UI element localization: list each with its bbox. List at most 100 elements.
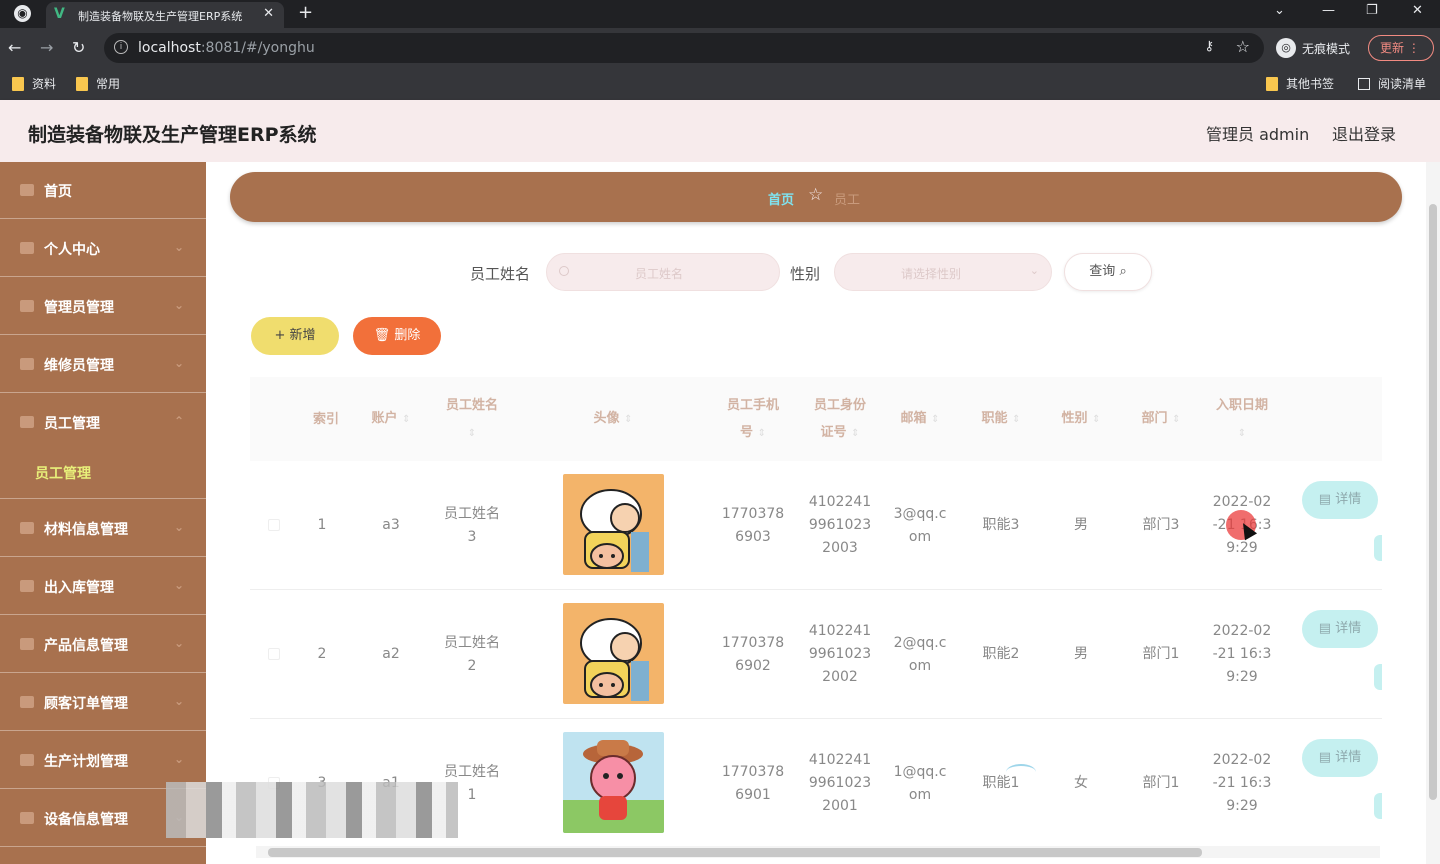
bookmark-folder[interactable]: 资料 <box>12 75 56 92</box>
tab-close-icon[interactable]: ✕ <box>263 6 274 21</box>
sidebar-item-profile[interactable]: 个人中心 ⌄ <box>0 220 206 277</box>
browser-menu-icon[interactable]: ◉ <box>14 5 31 22</box>
row-checkbox[interactable] <box>268 519 280 531</box>
column-label: 索引 <box>312 411 339 427</box>
tab-search-icon[interactable]: ⌄ <box>1274 3 1285 18</box>
column-account[interactable]: 账户 ⇕ <box>356 377 426 461</box>
sidebar-item-order[interactable]: 顾客订单管理 ⌄ <box>0 674 206 731</box>
cell-text: 4102241 <box>808 623 872 639</box>
sidebar-item-home[interactable]: 首页 <box>0 162 206 219</box>
bookmark-folder[interactable]: 常用 <box>76 75 120 92</box>
cell-text: 职能3 <box>982 517 1020 533</box>
order-icon <box>20 696 34 708</box>
select-all-column[interactable] <box>250 377 296 461</box>
column-dept[interactable]: 部门 ⇕ <box>1118 377 1204 461</box>
browser-tab[interactable]: V 制造装备物联及生产管理ERP系统 ✕ <box>46 2 284 28</box>
column-label: 部门 <box>1141 411 1168 426</box>
cell-text: 部门1 <box>1142 775 1180 791</box>
avatar <box>563 603 664 704</box>
detail-button[interactable]: ▤ 详情 <box>1302 481 1378 519</box>
cell-phone: 1770378 6901 <box>708 719 798 847</box>
query-button[interactable]: 查询 ⌕ <box>1064 253 1152 291</box>
sidebar-item-label: 维修员管理 <box>44 358 114 374</box>
cell-text: 3 <box>467 528 477 545</box>
reading-list-icon <box>1358 77 1370 90</box>
minimize-icon[interactable]: — <box>1322 3 1335 18</box>
vue-icon: V <box>54 6 65 22</box>
gender-select[interactable]: 请选择性别 ⌄ <box>834 253 1052 291</box>
row-checkbox[interactable] <box>268 648 280 660</box>
cell-idcard: 4102241 9961023 2001 <box>798 719 882 847</box>
vertical-scrollbar[interactable] <box>1426 162 1440 864</box>
home-icon <box>20 184 34 196</box>
column-avatar[interactable]: 头像 ⇕ <box>518 377 708 461</box>
grid-icon <box>20 300 34 312</box>
cell-name: 员工姓名 2 <box>426 590 518 719</box>
scrollbar-thumb[interactable] <box>268 848 1202 857</box>
avatar <box>563 474 664 575</box>
document-icon: ▤ <box>1318 492 1332 507</box>
add-button[interactable]: + 新增 <box>251 317 339 355</box>
column-name[interactable]: 员工姓名 ⇕ <box>426 377 518 461</box>
column-label: 员工姓名 <box>445 397 498 413</box>
cell-text: 2 <box>467 657 477 674</box>
incognito-indicator[interactable]: ◎ 无痕模式 <box>1276 36 1350 60</box>
user-icon <box>20 242 34 254</box>
detail-button[interactable]: ▤ 详情 <box>1302 610 1378 648</box>
sidebar-item-material[interactable]: 材料信息管理 ⌄ <box>0 500 206 557</box>
new-tab-icon[interactable]: + <box>298 2 313 23</box>
reading-list[interactable]: 阅读清单 <box>1358 75 1426 92</box>
column-gender[interactable]: 性别 ⇕ <box>1044 377 1118 461</box>
column-phone[interactable]: 员工手机号 ⇕ <box>708 377 798 461</box>
reload-icon[interactable]: ↻ <box>72 38 85 57</box>
logout-link[interactable]: 退出登录 <box>1332 121 1396 145</box>
equipment-icon <box>20 812 34 824</box>
cell-text: 女 <box>1074 775 1088 791</box>
delete-button[interactable]: 🗑 删除 <box>353 317 441 355</box>
column-label: 号 <box>740 424 754 440</box>
other-bookmarks[interactable]: 其他书签 <box>1266 75 1334 92</box>
cell-text: 男 <box>1074 517 1088 533</box>
horizontal-scrollbar[interactable] <box>256 846 1380 858</box>
forward-icon[interactable]: → <box>40 38 53 57</box>
key-icon[interactable]: ⚷ <box>1204 39 1214 54</box>
update-button[interactable]: 更新 ⋮ <box>1368 35 1434 61</box>
query-button-label: 查询 <box>1089 264 1116 279</box>
breadcrumb-home[interactable]: 首页 <box>768 189 794 208</box>
column-idcard[interactable]: 员工身份 证号 ⇕ <box>798 377 882 461</box>
bookmarks-bar: 资料 常用 其他书签 阅读清单 <box>0 68 1440 100</box>
scrollbar-thumb[interactable] <box>1429 204 1437 800</box>
column-duty[interactable]: 职能 ⇕ <box>958 377 1044 461</box>
cell-text: 2002 <box>822 669 858 685</box>
cell-name: 员工姓名 3 <box>426 461 518 590</box>
restore-icon[interactable]: ❐ <box>1366 3 1378 18</box>
sidebar-item-product[interactable]: 产品信息管理 ⌄ <box>0 616 206 673</box>
back-icon[interactable]: ← <box>8 38 21 57</box>
site-info-icon[interactable]: i <box>114 40 128 54</box>
url-text: localhost:8081/#/yonghu <box>138 40 315 56</box>
edit-button[interactable] <box>1374 535 1382 561</box>
column-hire-date[interactable]: 入职日期 ⇕ <box>1204 377 1280 461</box>
cell-text: 2001 <box>822 798 858 814</box>
url-field[interactable]: i localhost:8081/#/yonghu ⚷ ☆ <box>104 33 1264 63</box>
sidebar-item-employee[interactable]: 员工管理 ⌃ <box>0 394 206 451</box>
bookmark-star-icon[interactable]: ☆ <box>1236 37 1250 56</box>
sidebar-item-plan[interactable]: 生产计划管理 ⌄ <box>0 732 206 789</box>
chevron-down-icon: ⌄ <box>173 636 184 650</box>
detail-button[interactable]: ▤ 详情 <box>1302 739 1378 777</box>
sidebar-subitem-employee[interactable]: 员工管理 <box>0 445 206 499</box>
chevron-down-icon: ⌄ <box>173 520 184 534</box>
edit-button[interactable] <box>1374 664 1382 690</box>
name-search-input[interactable]: 员工姓名 <box>546 253 780 291</box>
sidebar-item-repairer[interactable]: 维修员管理 ⌄ <box>0 336 206 393</box>
cell-duty: 职能1 <box>958 719 1044 847</box>
sidebar-item-inout[interactable]: 出入库管理 ⌄ <box>0 558 206 615</box>
column-label: 邮箱 <box>900 411 927 426</box>
close-window-icon[interactable]: ✕ <box>1412 3 1423 18</box>
sidebar-item-admin[interactable]: 管理员管理 ⌄ <box>0 278 206 335</box>
plus-icon: + <box>274 328 286 343</box>
sort-icon: ⇕ <box>1237 427 1247 439</box>
column-email[interactable]: 邮箱 ⇕ <box>882 377 958 461</box>
chevron-down-icon: ⌄ <box>1029 264 1039 277</box>
edit-button[interactable] <box>1374 793 1382 819</box>
